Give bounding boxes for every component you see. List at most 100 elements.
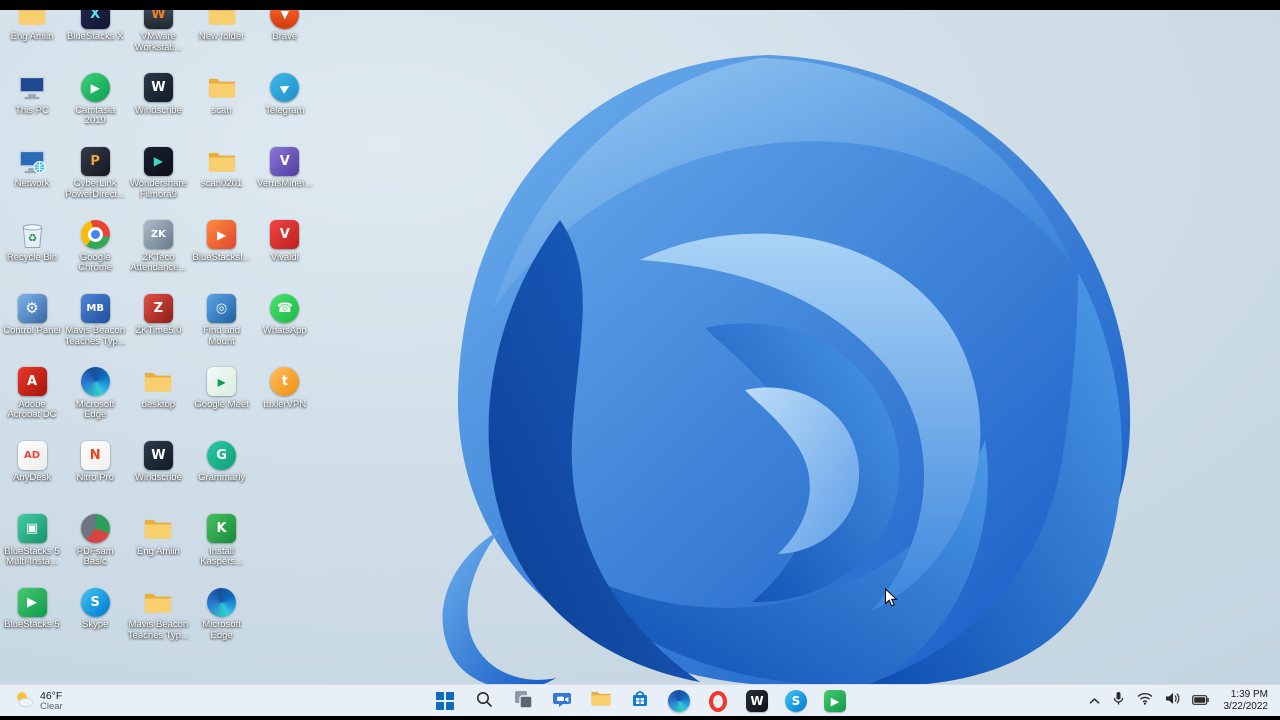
- desktop-icon-mavis-beacon-teaches-typ[interactable]: MB Mavis Beacon Teaches Typ...: [64, 292, 126, 348]
- desktop-icon-bluestacks-x[interactable]: X BlueStacks X: [64, 10, 126, 43]
- task-view-button[interactable]: [508, 686, 538, 716]
- edge-icon: [206, 586, 238, 618]
- start-button[interactable]: [430, 686, 460, 716]
- desktop-icon-verusminer[interactable]: V VerusMiner...: [254, 145, 316, 190]
- desktop-icon-grammarly[interactable]: G Grammarly: [191, 439, 253, 484]
- nitro-pro-icon: N: [79, 439, 111, 471]
- desktop-icon-windscribe[interactable]: W Windscribe: [127, 439, 189, 484]
- desktop-icon-zktime5-0[interactable]: Z ZKTime5.0: [127, 292, 189, 337]
- desktop-icon-control-panel[interactable]: ⚙ Control Panel: [1, 292, 63, 337]
- microphone-icon: [1112, 691, 1125, 711]
- desktop-icon-label: scan: [211, 104, 232, 116]
- recycle-bin-icon: ♻: [16, 219, 48, 251]
- desktop-icon-find-and-mount[interactable]: ◎ Find and Mount: [191, 292, 253, 348]
- telegram-icon: ▶: [269, 72, 301, 104]
- weather-icon: [14, 689, 34, 714]
- speaker-icon: [1165, 692, 1180, 710]
- desktop-icon-network[interactable]: Network: [1, 145, 63, 190]
- desktop-icon-whatsapp[interactable]: ☎ WhatsApp: [254, 292, 316, 337]
- desktop-icon-camtasia-2019[interactable]: ▶ Camtasia 2019: [64, 72, 126, 128]
- folder-icon: [142, 586, 174, 618]
- desktop-icon-label: CyberLink PowerDirect...: [65, 178, 126, 200]
- control-panel-icon: ⚙: [16, 292, 48, 324]
- weather-widget[interactable]: 46°F Clear: [8, 685, 69, 717]
- desktop-icon-bluestacks-5[interactable]: ▶ BlueStacks 5: [1, 586, 63, 631]
- desktop-icon-tuxlervpn[interactable]: t tuxlerVPN: [254, 366, 316, 411]
- chat-icon: [552, 689, 572, 714]
- desktop-icon-eng-amiin[interactable]: Eng Amiin: [127, 513, 189, 558]
- search-icon: [475, 690, 493, 713]
- folder-icon: [206, 10, 238, 30]
- opera-button[interactable]: [703, 686, 733, 716]
- desktop-icon-desktop[interactable]: desktop: [127, 366, 189, 411]
- taskbar-clock[interactable]: 1:39 PM 3/22/2022: [1220, 689, 1273, 714]
- chat-button[interactable]: [547, 686, 577, 716]
- windscribe-icon: W: [142, 72, 174, 104]
- microsoft-edge-button[interactable]: [664, 686, 694, 716]
- mouse-cursor: [885, 588, 898, 607]
- file-explorer-icon: [590, 689, 612, 712]
- battery-icon: [1191, 692, 1209, 710]
- desktop-icon-scan0201[interactable]: scan0201: [191, 145, 253, 190]
- desktop-icon-label: Control Panel: [3, 325, 61, 336]
- desktop-icon-label: BlueStacksI...: [192, 251, 251, 263]
- desktop-icon-windscribe[interactable]: W Windscribe: [127, 72, 189, 117]
- hidden-icons-tray-button[interactable]: [1087, 690, 1102, 712]
- desktop-icon-label: WhatsApp: [262, 325, 307, 336]
- verusminer-icon: V: [269, 145, 301, 177]
- vmware-workstation-icon: W: [142, 10, 174, 30]
- skype-icon: S: [79, 586, 111, 618]
- desktop-icon-cyberlink-powerdirect[interactable]: P CyberLink PowerDirect...: [64, 145, 126, 201]
- desktop-icon-vmware-workstati[interactable]: W VMware Workstati...: [127, 10, 189, 54]
- bluestacks-button[interactable]: ▶: [820, 686, 850, 716]
- microsoft-store-button[interactable]: [625, 686, 655, 716]
- desktop-icon-label: Camtasia 2019: [75, 104, 116, 127]
- desktop-icon-nitro-pro[interactable]: N Nitro Pro: [64, 439, 126, 484]
- microphone-tray-button[interactable]: [1110, 689, 1127, 713]
- desktop-icon-label: PDFsam Basic: [76, 545, 114, 568]
- desktop-icon-label: Install Kaspers...: [200, 545, 243, 568]
- desktop-icon-recycle-bin[interactable]: ♻ Recycle Bin: [1, 219, 63, 264]
- file-explorer-button[interactable]: [586, 686, 616, 716]
- desktop-icon-google-chrome[interactable]: Google Chrome: [64, 219, 126, 275]
- desktop-icon-brave[interactable]: ▼ Brave: [254, 10, 316, 43]
- desktop-icon-scan[interactable]: scan: [191, 72, 253, 117]
- desktop-icon-telegram[interactable]: ▶ Telegram: [254, 72, 316, 117]
- folder-icon: [206, 145, 238, 177]
- chrome-icon: [79, 219, 111, 251]
- desktop-icon-microsoft-edge[interactable]: Microsoft Edge: [191, 586, 253, 642]
- folder-icon: [16, 10, 48, 30]
- whatsapp-icon: ☎: [269, 292, 301, 324]
- letterbox-top: [0, 0, 1280, 10]
- desktop-icon-google-meet[interactable]: ▸ Google Meet: [191, 366, 253, 411]
- filmora-button[interactable]: W: [742, 686, 772, 716]
- battery-tray-button[interactable]: [1190, 690, 1211, 712]
- desktop[interactable]: Eng Amiin This PC Network ♻ Recycle Bin ⚙ Cont…: [0, 10, 1280, 684]
- windows-start-icon: [435, 691, 455, 711]
- desktop-icon-microsoft-edge[interactable]: Microsoft Edge: [64, 366, 126, 422]
- desktop-icon-new-folder[interactable]: New folder: [191, 10, 253, 43]
- desktop-icon-bluestacksi[interactable]: ▶ BlueStacksI...: [191, 219, 253, 264]
- desktop-icon-wondershare-filmora9[interactable]: ▶ Wondershare Filmora9: [127, 145, 189, 201]
- desktop-icon-zkteco-attendance[interactable]: ZK ZKTeco Attendance...: [127, 219, 189, 275]
- desktop-icon-bluestacks-5-multi-insta[interactable]: ▣ BlueStacks 5 Multi-Insta...: [1, 513, 63, 569]
- grammarly-icon: G: [206, 439, 238, 471]
- desktop-icon-install-kaspers[interactable]: K Install Kaspers...: [191, 513, 253, 569]
- desktop-icon-this-pc[interactable]: This PC: [1, 72, 63, 117]
- bluestacks-icon: ▶: [824, 690, 846, 712]
- desktop-icon-anydesk[interactable]: AD AnyDesk: [1, 439, 63, 484]
- desktop-icon-skype[interactable]: S Skype: [64, 586, 126, 631]
- desktop-icon-pdfsam-basic[interactable]: PDFsam Basic: [64, 513, 126, 569]
- skype-button[interactable]: S: [781, 686, 811, 716]
- search-button[interactable]: [469, 686, 499, 716]
- volume-tray-button[interactable]: [1163, 690, 1182, 712]
- desktop-icon-vivaldi[interactable]: V Vivaldi: [254, 219, 316, 264]
- desktop-icon-adobe-acrobat-dc[interactable]: A Adobe Acrobat DC: [1, 366, 63, 422]
- google-meet-icon: ▸: [206, 366, 238, 398]
- desktop-icon-label: Network: [14, 178, 50, 189]
- network-tray-button[interactable]: [1135, 690, 1155, 712]
- desktop-icon-mavis-beacon-teaches-typ[interactable]: Mavis Beacon Teaches Typ...: [127, 586, 189, 642]
- desktop-icon-eng-amiin[interactable]: Eng Amiin: [1, 10, 63, 43]
- desktop-icon-label: tuxlerVPN: [263, 398, 307, 410]
- desktop-icon-label: Brave: [272, 31, 298, 42]
